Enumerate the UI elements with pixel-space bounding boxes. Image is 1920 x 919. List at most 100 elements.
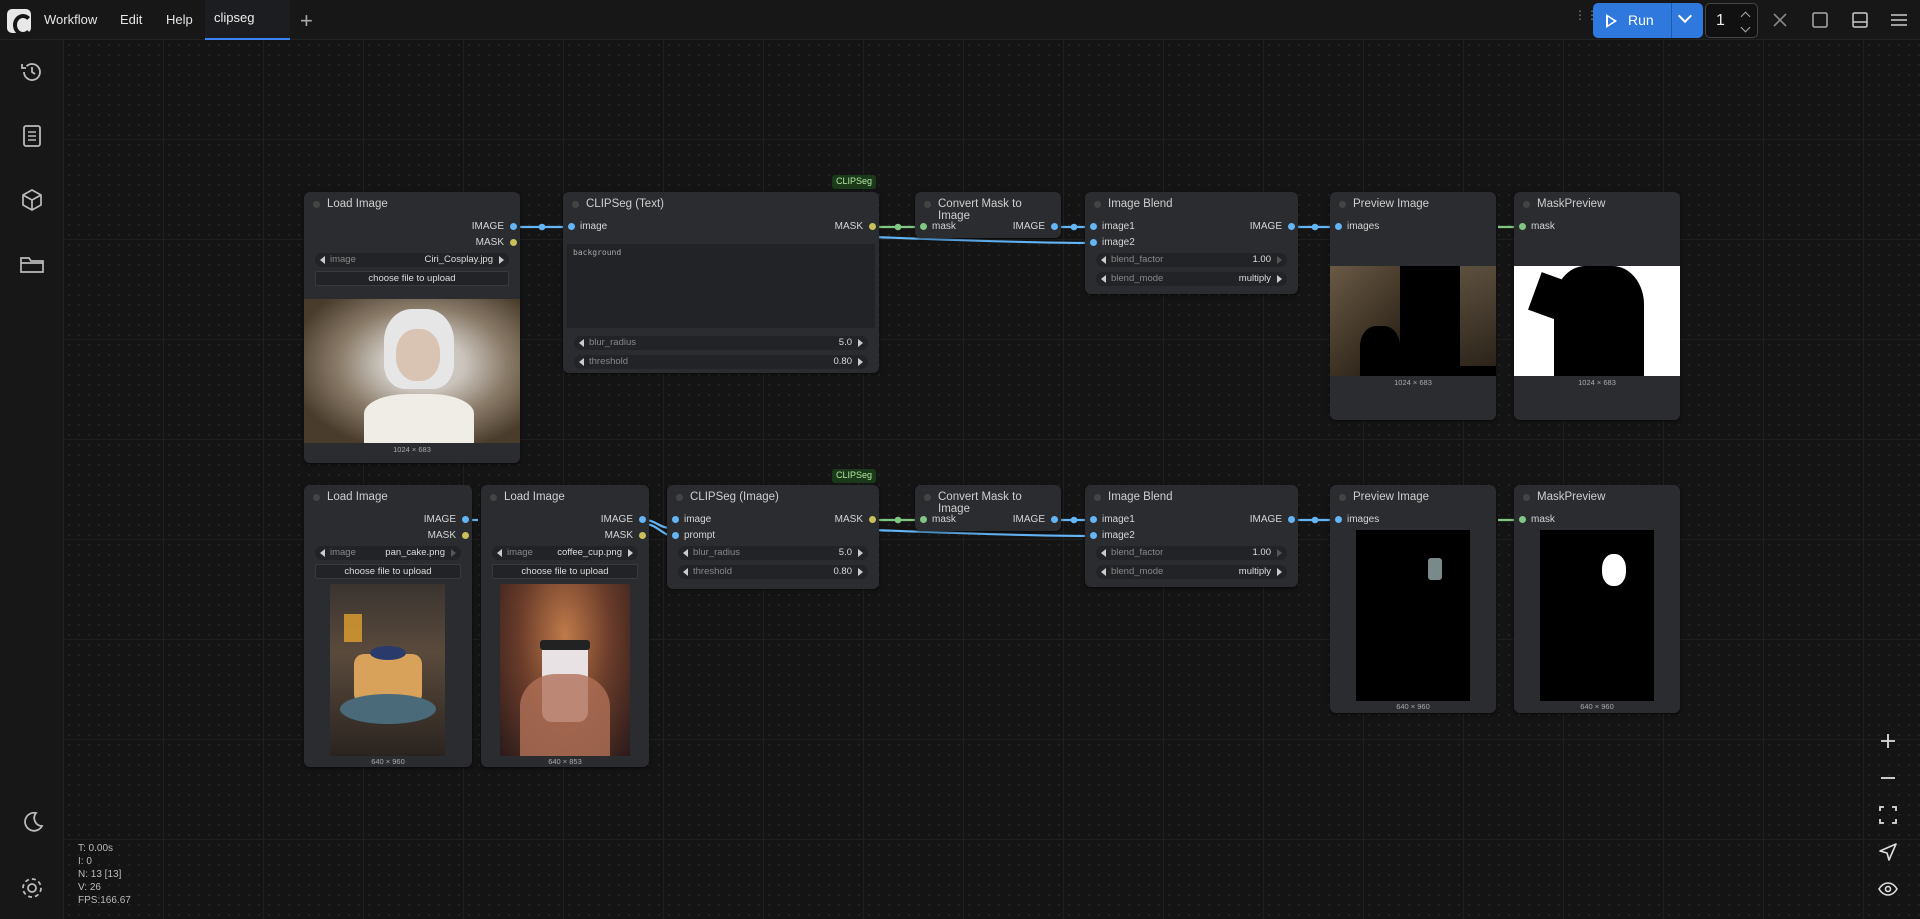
output-image-socket[interactable] [1051, 516, 1058, 523]
increment-chevron-up-icon[interactable] [1740, 11, 1751, 22]
prev-arrow-icon[interactable] [320, 549, 325, 557]
image-select-widget[interactable]: image pan_cake.png [315, 546, 461, 560]
zoom-out-icon[interactable] [1871, 761, 1905, 795]
input-image-socket[interactable] [672, 516, 679, 523]
decrement-arrow-icon[interactable] [1101, 256, 1106, 264]
menu-edit[interactable]: Edit [120, 12, 142, 27]
input-images-socket[interactable] [1335, 223, 1342, 230]
convert-mask-node-1[interactable]: Convert Mask to Image mask IMAGE [915, 192, 1061, 238]
prompt-textarea[interactable]: background [567, 244, 875, 328]
comfy-logo-icon[interactable] [7, 9, 33, 36]
next-arrow-icon[interactable] [499, 256, 504, 264]
queue-list-icon[interactable] [18, 122, 46, 150]
next-arrow-icon[interactable] [628, 549, 633, 557]
load-image-node-coffee[interactable]: Load Image IMAGE MASK image coffee_cup.p… [481, 485, 649, 767]
next-arrow-icon[interactable] [1277, 275, 1282, 283]
image-blend-node-1[interactable]: Image Blend image1 image2 IMAGE blend_fa… [1085, 192, 1298, 294]
input-mask-socket[interactable] [1519, 516, 1526, 523]
threshold-widget[interactable]: threshold 0.80 [574, 355, 868, 369]
decrement-arrow-icon[interactable] [683, 549, 688, 557]
blur-radius-widget[interactable]: blur_radius 5.0 [574, 336, 868, 350]
output-mask-socket[interactable] [869, 516, 876, 523]
hamburger-menu-icon[interactable] [1889, 10, 1909, 30]
decrement-arrow-icon[interactable] [1101, 549, 1106, 557]
output-image-socket[interactable] [1051, 223, 1058, 230]
prev-arrow-icon[interactable] [320, 256, 325, 264]
decrement-arrow-icon[interactable] [579, 358, 584, 366]
convert-mask-node-2[interactable]: Convert Mask to Image mask IMAGE [915, 485, 1061, 531]
clipseg-text-node[interactable]: CLIPSeg (Text) image MASK background blu… [563, 192, 879, 373]
fit-view-icon[interactable] [1871, 798, 1905, 832]
decrement-arrow-icon[interactable] [683, 568, 688, 576]
image-select-widget[interactable]: image Ciri_Cosplay.jpg [315, 253, 509, 267]
input-image1-socket[interactable] [1090, 516, 1097, 523]
focus-mode-icon[interactable] [1810, 10, 1830, 30]
zoom-in-icon[interactable] [1871, 724, 1905, 758]
history-icon[interactable] [18, 58, 46, 86]
image-select-widget[interactable]: image coffee_cup.png [492, 546, 638, 560]
model-cube-icon[interactable] [18, 186, 46, 214]
new-tab-plus-icon[interactable]: + [300, 8, 313, 34]
decrement-arrow-icon[interactable] [579, 339, 584, 347]
choose-file-button[interactable]: choose file to upload [315, 271, 509, 286]
increment-arrow-icon[interactable] [858, 339, 863, 347]
menu-workflow[interactable]: Workflow [44, 12, 97, 27]
menu-help[interactable]: Help [166, 12, 193, 27]
output-image-socket[interactable] [1288, 516, 1295, 523]
blend-factor-widget[interactable]: blend_factor 1.00 [1096, 546, 1287, 560]
next-arrow-icon[interactable] [1277, 568, 1282, 576]
next-arrow-icon[interactable] [451, 549, 456, 557]
increment-arrow-icon[interactable] [1277, 549, 1282, 557]
bottom-panel-icon[interactable] [1850, 10, 1870, 30]
theme-moon-icon[interactable] [18, 808, 46, 836]
output-image-socket[interactable] [1288, 223, 1295, 230]
workflow-folder-icon[interactable] [18, 250, 46, 278]
output-mask-socket[interactable] [869, 223, 876, 230]
increment-arrow-icon[interactable] [858, 568, 863, 576]
output-image-socket[interactable] [510, 223, 517, 230]
settings-gear-icon[interactable] [18, 874, 46, 902]
input-image2-socket[interactable] [1090, 239, 1097, 246]
node-graph-canvas[interactable] [64, 40, 1920, 919]
output-image-socket[interactable] [462, 516, 469, 523]
output-image-socket[interactable] [639, 516, 646, 523]
preview-image-node-2[interactable]: Preview Image images 640 × 960 [1330, 485, 1496, 713]
prev-arrow-icon[interactable] [497, 549, 502, 557]
blend-factor-widget[interactable]: blend_factor 1.00 [1096, 253, 1287, 267]
image-blend-node-2[interactable]: Image Blend image1 image2 IMAGE blend_fa… [1085, 485, 1298, 587]
input-mask-socket[interactable] [920, 223, 927, 230]
choose-file-button[interactable]: choose file to upload [315, 564, 461, 579]
run-button[interactable]: Run [1593, 3, 1703, 38]
mask-preview-node-2[interactable]: MaskPreview mask 640 × 960 [1514, 485, 1680, 713]
load-image-node-ciri[interactable]: Load Image IMAGE MASK image Ciri_Cosplay… [304, 192, 520, 463]
prev-arrow-icon[interactable] [1101, 568, 1106, 576]
output-mask-socket[interactable] [510, 239, 517, 246]
increment-arrow-icon[interactable] [1277, 256, 1282, 264]
input-image2-socket[interactable] [1090, 532, 1097, 539]
blur-radius-widget[interactable]: blur_radius 5.0 [678, 546, 868, 560]
choose-file-button[interactable]: choose file to upload [492, 564, 638, 579]
prev-arrow-icon[interactable] [1101, 275, 1106, 283]
tab-clipseg[interactable]: clipseg [205, 0, 290, 40]
drag-handle-icon[interactable]: ⋮⋮ [1574, 9, 1598, 28]
blend-mode-widget[interactable]: blend_mode multiply [1096, 565, 1287, 579]
increment-arrow-icon[interactable] [858, 549, 863, 557]
input-mask-socket[interactable] [1519, 223, 1526, 230]
output-mask-socket[interactable] [462, 532, 469, 539]
queue-count-input[interactable]: 1 [1705, 3, 1758, 38]
decrement-chevron-down-icon[interactable] [1740, 22, 1751, 33]
select-mode-icon[interactable] [1871, 835, 1905, 869]
input-mask-socket[interactable] [920, 516, 927, 523]
input-image-socket[interactable] [568, 223, 575, 230]
mask-preview-node-1[interactable]: MaskPreview mask 1024 × 683 [1514, 192, 1680, 420]
input-image1-socket[interactable] [1090, 223, 1097, 230]
clipseg-image-node[interactable]: CLIPSeg (Image) image prompt MASK blur_r… [667, 485, 879, 589]
increment-arrow-icon[interactable] [858, 358, 863, 366]
blend-mode-widget[interactable]: blend_mode multiply [1096, 272, 1287, 286]
load-image-node-pancake[interactable]: Load Image IMAGE MASK image pan_cake.png… [304, 485, 472, 767]
run-mode-chevron-down-icon[interactable] [1677, 8, 1693, 24]
input-images-socket[interactable] [1335, 516, 1342, 523]
input-prompt-socket[interactable] [672, 532, 679, 539]
preview-image-node-1[interactable]: Preview Image images 1024 × 683 [1330, 192, 1496, 420]
close-icon[interactable] [1770, 10, 1790, 30]
